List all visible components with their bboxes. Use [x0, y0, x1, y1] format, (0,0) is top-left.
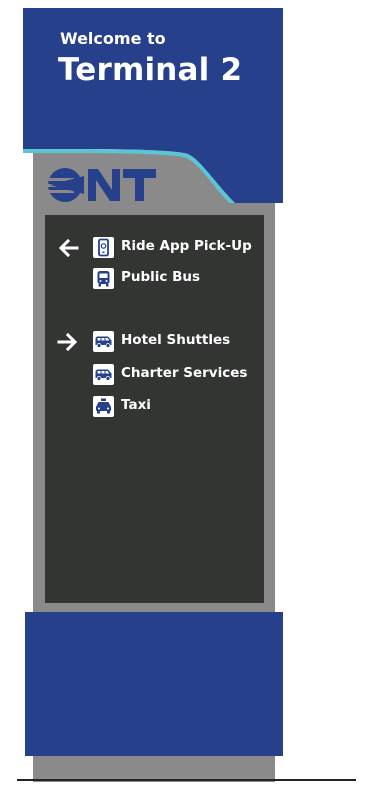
ground-line [17, 779, 356, 781]
direction-row-charter-services: Charter Services [45, 364, 264, 386]
taxi-icon [93, 396, 114, 417]
direction-row-public-bus: Public Bus [45, 268, 264, 290]
phone-icon [93, 237, 114, 258]
directions-panel: Ride App Pick-Up Public Bus Hotel Shuttl… [45, 215, 264, 603]
ont-logo [46, 166, 166, 204]
direction-label: Ride App Pick-Up [121, 238, 252, 254]
direction-label: Hotel Shuttles [121, 332, 231, 348]
bus-icon [93, 268, 114, 289]
shuttle-icon [93, 331, 114, 352]
sign-base [25, 612, 283, 756]
direction-row-taxi: Taxi [45, 396, 264, 418]
shuttle-icon [93, 364, 114, 385]
direction-row-hotel-shuttles: Hotel Shuttles [45, 331, 264, 353]
right-arrow-icon [57, 332, 79, 352]
terminal-title: Terminal 2 [58, 52, 243, 88]
direction-label: Taxi [121, 397, 151, 413]
left-arrow-icon [57, 238, 79, 258]
direction-row-ride-app: Ride App Pick-Up [45, 237, 264, 259]
welcome-text: Welcome to [60, 29, 166, 48]
direction-label: Public Bus [121, 269, 201, 285]
direction-label: Charter Services [121, 365, 248, 381]
